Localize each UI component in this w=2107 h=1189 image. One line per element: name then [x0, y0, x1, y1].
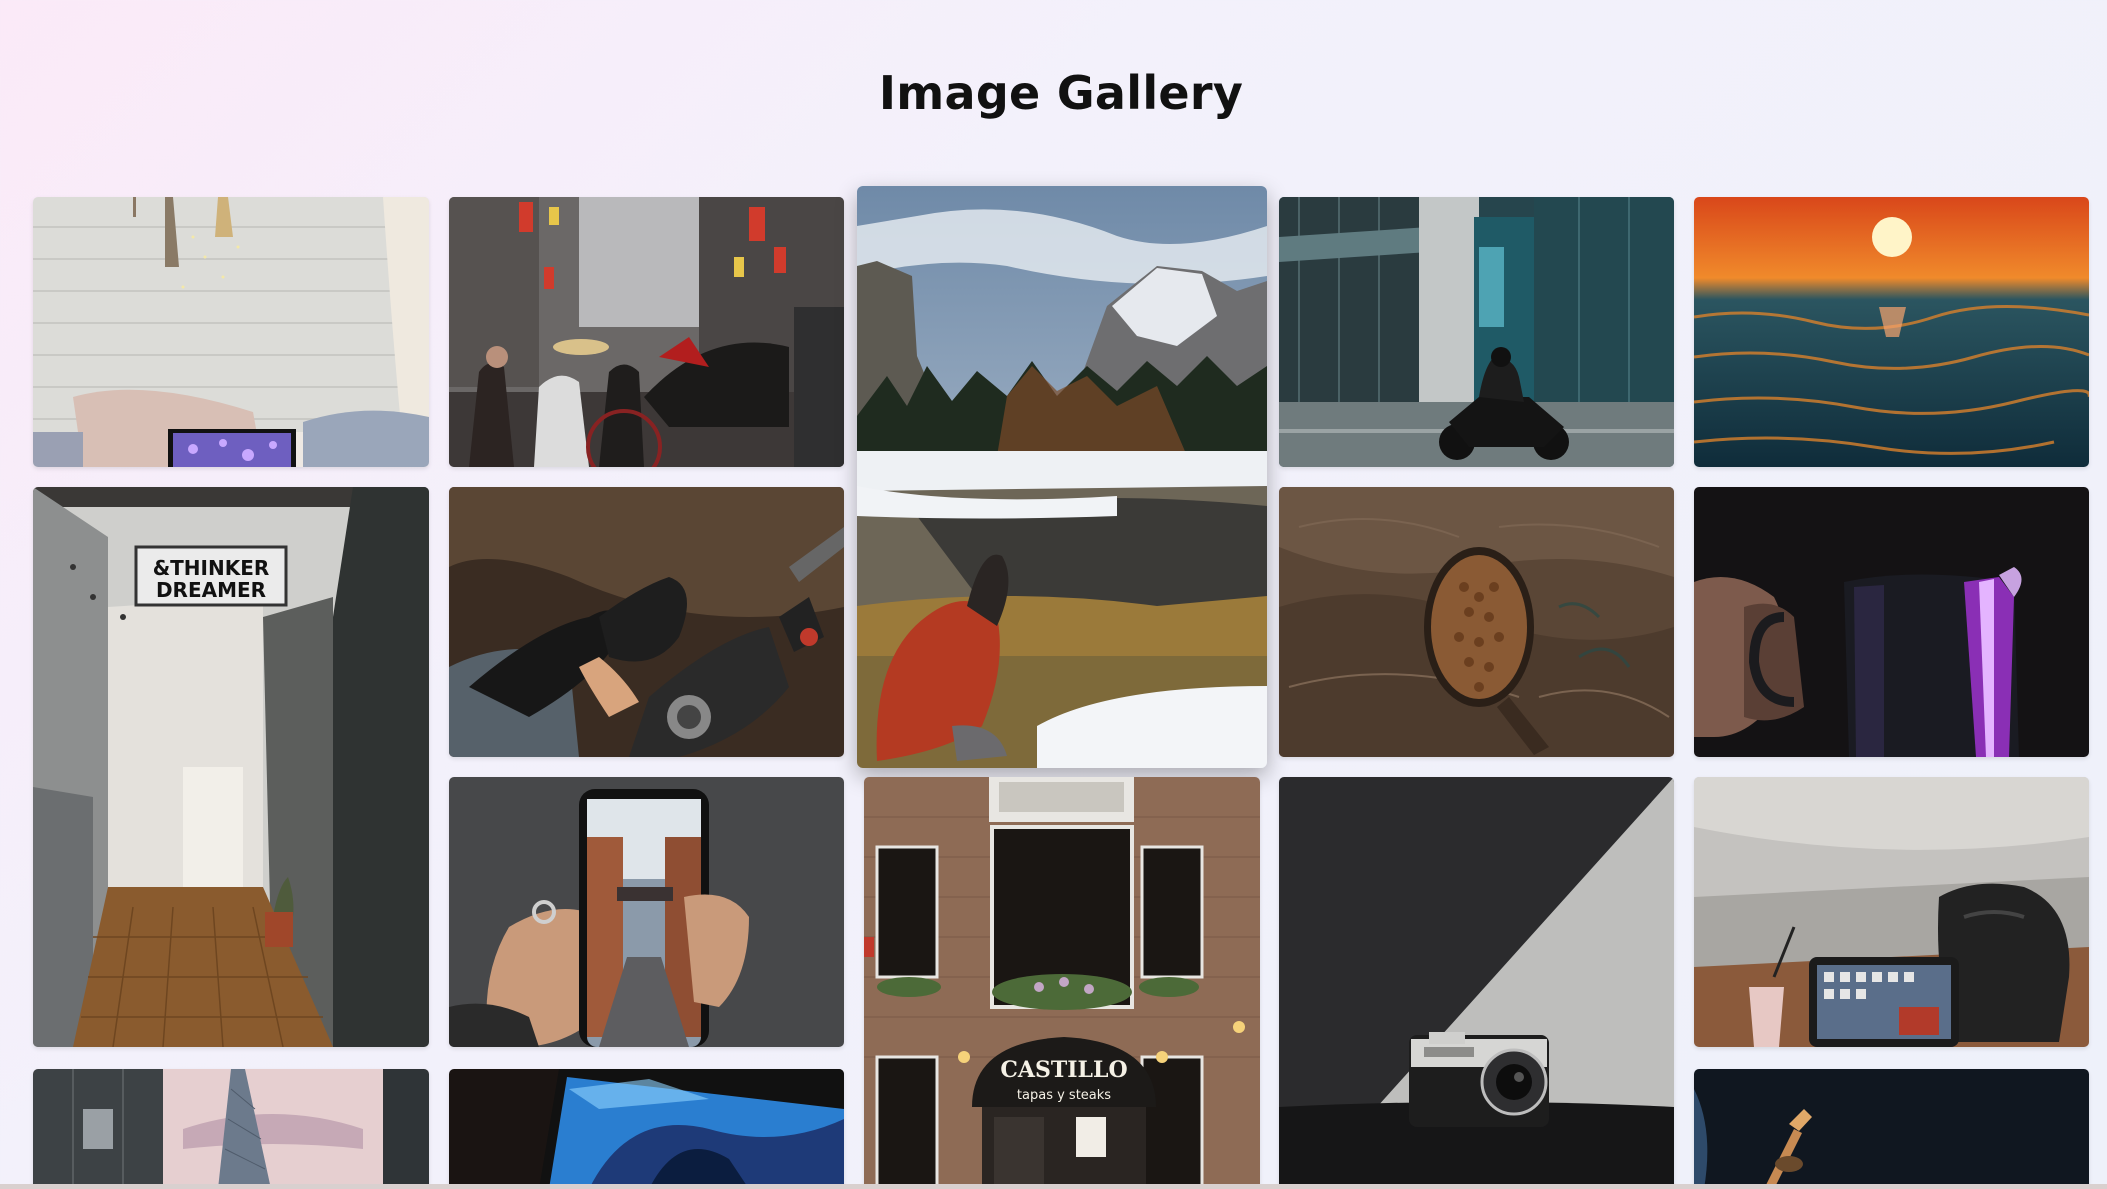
gallery-photo-iridescent-mug[interactable]	[1694, 487, 2089, 757]
gallery-photo-sunset-sea[interactable]	[1694, 197, 2089, 467]
gallery-photo-castillo-building[interactable]: CASTILLO tapas y steaks	[864, 777, 1260, 1189]
hallway-sign-line2: DREAMER	[156, 578, 266, 602]
gallery-photo-vintage-camera[interactable]	[1279, 777, 1674, 1189]
image-gallery: &THINKER DREAMER CASTILLO tapas y steaks	[0, 0, 2107, 1189]
castillo-tagline: tapas y steaks	[1017, 1088, 1111, 1103]
gallery-photo-tower-skyline[interactable]	[33, 1069, 429, 1189]
gallery-photo-bedroom-laptop[interactable]	[33, 197, 429, 467]
gallery-photo-coffee-beans-sack[interactable]	[1279, 487, 1674, 757]
gallery-photo-tablet-backpack[interactable]	[1694, 777, 2089, 1047]
hallway-sign-line1: &THINKER	[153, 556, 270, 580]
gallery-photo-motorcycle-city[interactable]	[1279, 197, 1674, 467]
castillo-sign: CASTILLO	[1000, 1057, 1127, 1083]
gallery-photo-dark-instrument[interactable]	[1694, 1069, 2089, 1189]
gallery-photo-motorcycle-gloves[interactable]	[449, 487, 844, 757]
gallery-photo-tablet-abstract[interactable]	[449, 1069, 844, 1189]
gallery-photo-thinker-dreamer-hallway[interactable]: &THINKER DREAMER	[33, 487, 429, 1047]
gallery-photo-phone-street-photo[interactable]	[449, 777, 844, 1047]
bottom-edge	[0, 1184, 2107, 1189]
gallery-photo-yosemite-photographer[interactable]	[857, 186, 1267, 768]
gallery-photo-street-rickshaw[interactable]	[449, 197, 844, 467]
